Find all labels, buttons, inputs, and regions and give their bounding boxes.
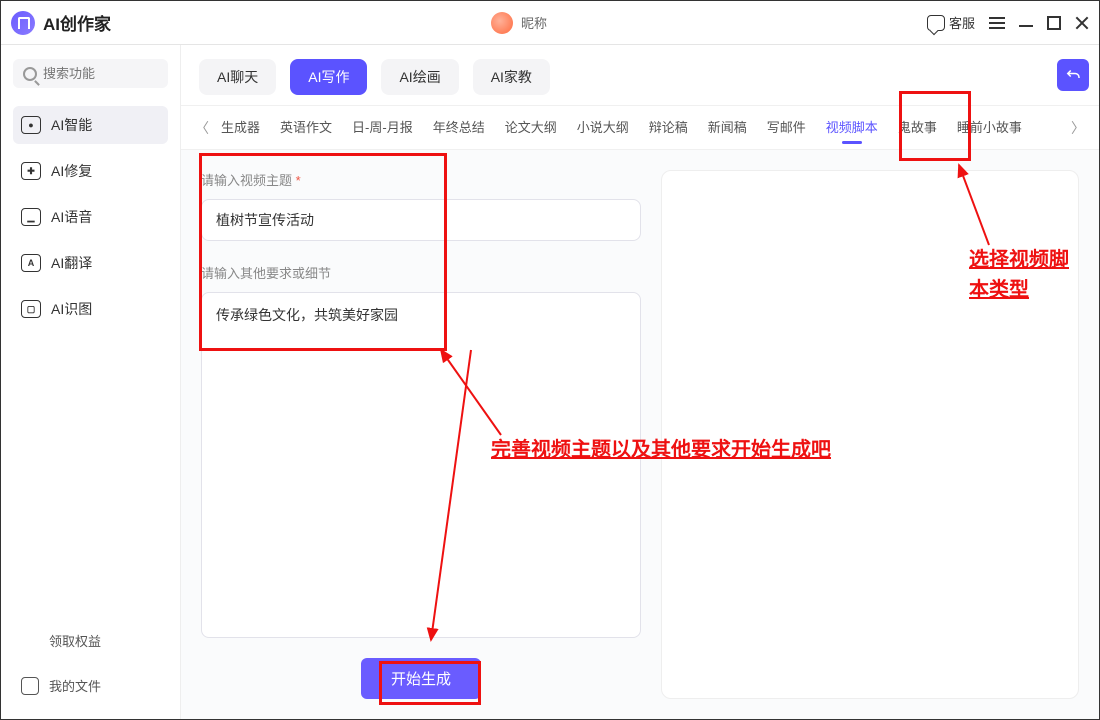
- subtab-小说大纲[interactable]: 小说大纲: [567, 106, 639, 150]
- preview-panel: [661, 170, 1079, 699]
- nav-icon: A: [21, 254, 41, 272]
- subtab-新闻稿[interactable]: 新闻稿: [698, 106, 757, 150]
- subtab-生成器[interactable]: 生成器: [211, 106, 270, 150]
- search-icon: [23, 67, 37, 81]
- files-label: 我的文件: [49, 676, 101, 695]
- window-minimize-icon[interactable]: [1019, 19, 1033, 27]
- window-maximize-icon[interactable]: [1047, 16, 1061, 30]
- search-box[interactable]: [13, 59, 168, 88]
- sidebar-files[interactable]: 我的文件: [13, 666, 168, 705]
- nav-label: AI语音: [51, 207, 92, 227]
- subtab-英语作文[interactable]: 英语作文: [270, 106, 342, 150]
- sidebar-item-0[interactable]: ● AI智能: [13, 106, 168, 144]
- mode-AI家教[interactable]: AI家教: [473, 59, 550, 95]
- nickname-label[interactable]: 昵称: [521, 13, 547, 32]
- mode-AI聊天[interactable]: AI聊天: [199, 59, 276, 95]
- nav-icon: ●: [21, 116, 41, 134]
- extra-label: 请输入其他要求或细节: [201, 263, 641, 282]
- app-title: AI创作家: [43, 10, 111, 35]
- avatar-icon[interactable]: [491, 12, 513, 34]
- nav-label: AI修复: [51, 161, 92, 181]
- support-button[interactable]: 客服: [927, 13, 975, 32]
- subtab-视频脚本[interactable]: 视频脚本: [816, 106, 888, 150]
- subtab-bar: 〈 生成器英语作文日-周-月报年终总结论文大纲小说大纲辩论稿新闻稿写邮件视频脚本…: [181, 106, 1099, 150]
- subtab-辩论稿[interactable]: 辩论稿: [639, 106, 698, 150]
- back-button[interactable]: [1057, 59, 1089, 91]
- topic-label: 请输入视频主题 *: [201, 170, 641, 189]
- sidebar-item-3[interactable]: A AI翻译: [13, 244, 168, 282]
- main-panel: AI聊天 AI写作 AI绘画 AI家教 〈 生成器英语作文日-周-月报年终总结论文大纲…: [181, 45, 1099, 719]
- extra-textarea[interactable]: [201, 292, 641, 638]
- nav-icon: ✚: [21, 162, 41, 180]
- mode-AI写作[interactable]: AI写作: [290, 59, 367, 95]
- mode-bar: AI聊天 AI写作 AI绘画 AI家教: [181, 45, 1099, 106]
- search-input[interactable]: [43, 66, 143, 81]
- subtab-写邮件[interactable]: 写邮件: [757, 106, 816, 150]
- subtab-年终总结[interactable]: 年终总结: [423, 106, 495, 150]
- menu-icon[interactable]: [989, 17, 1005, 29]
- nav-icon: ▢: [21, 300, 41, 318]
- subtab-鬼故事[interactable]: 鬼故事: [888, 106, 947, 150]
- sidebar-item-2[interactable]: ▁ AI语音: [13, 198, 168, 236]
- subtab-睡前小故事[interactable]: 睡前小故事: [947, 106, 1032, 150]
- chevron-left-icon[interactable]: 〈: [193, 118, 211, 138]
- sidebar-rights[interactable]: 领取权益: [13, 621, 168, 660]
- sidebar-item-4[interactable]: ▢ AI识图: [13, 290, 168, 328]
- chat-bubble-icon: [927, 15, 945, 31]
- titlebar: AI创作家 昵称 客服: [1, 1, 1099, 45]
- support-label: 客服: [949, 13, 975, 32]
- nav-label: AI智能: [51, 115, 92, 135]
- nav-label: AI识图: [51, 299, 92, 319]
- nav-label: AI翻译: [51, 253, 92, 273]
- chevron-right-icon[interactable]: 〉: [1069, 118, 1087, 138]
- topic-input[interactable]: [201, 199, 641, 241]
- form-column: 请输入视频主题 * 请输入其他要求或细节 开始生成: [201, 170, 641, 699]
- generate-button[interactable]: 开始生成: [361, 658, 481, 699]
- window-close-icon[interactable]: [1075, 16, 1089, 30]
- app-logo-icon: [11, 11, 35, 35]
- sidebar-item-1[interactable]: ✚ AI修复: [13, 152, 168, 190]
- rights-label: 领取权益: [49, 631, 101, 650]
- sidebar: ● AI智能 ✚ AI修复 ▁ AI语音 A AI翻译 ▢ AI识图 领取权益 我的文件: [1, 45, 181, 719]
- mode-AI绘画[interactable]: AI绘画: [381, 59, 458, 95]
- file-icon: [21, 677, 39, 695]
- subtab-日-周-月报[interactable]: 日-周-月报: [342, 106, 423, 150]
- nav-icon: ▁: [21, 208, 41, 226]
- subtab-论文大纲[interactable]: 论文大纲: [495, 106, 567, 150]
